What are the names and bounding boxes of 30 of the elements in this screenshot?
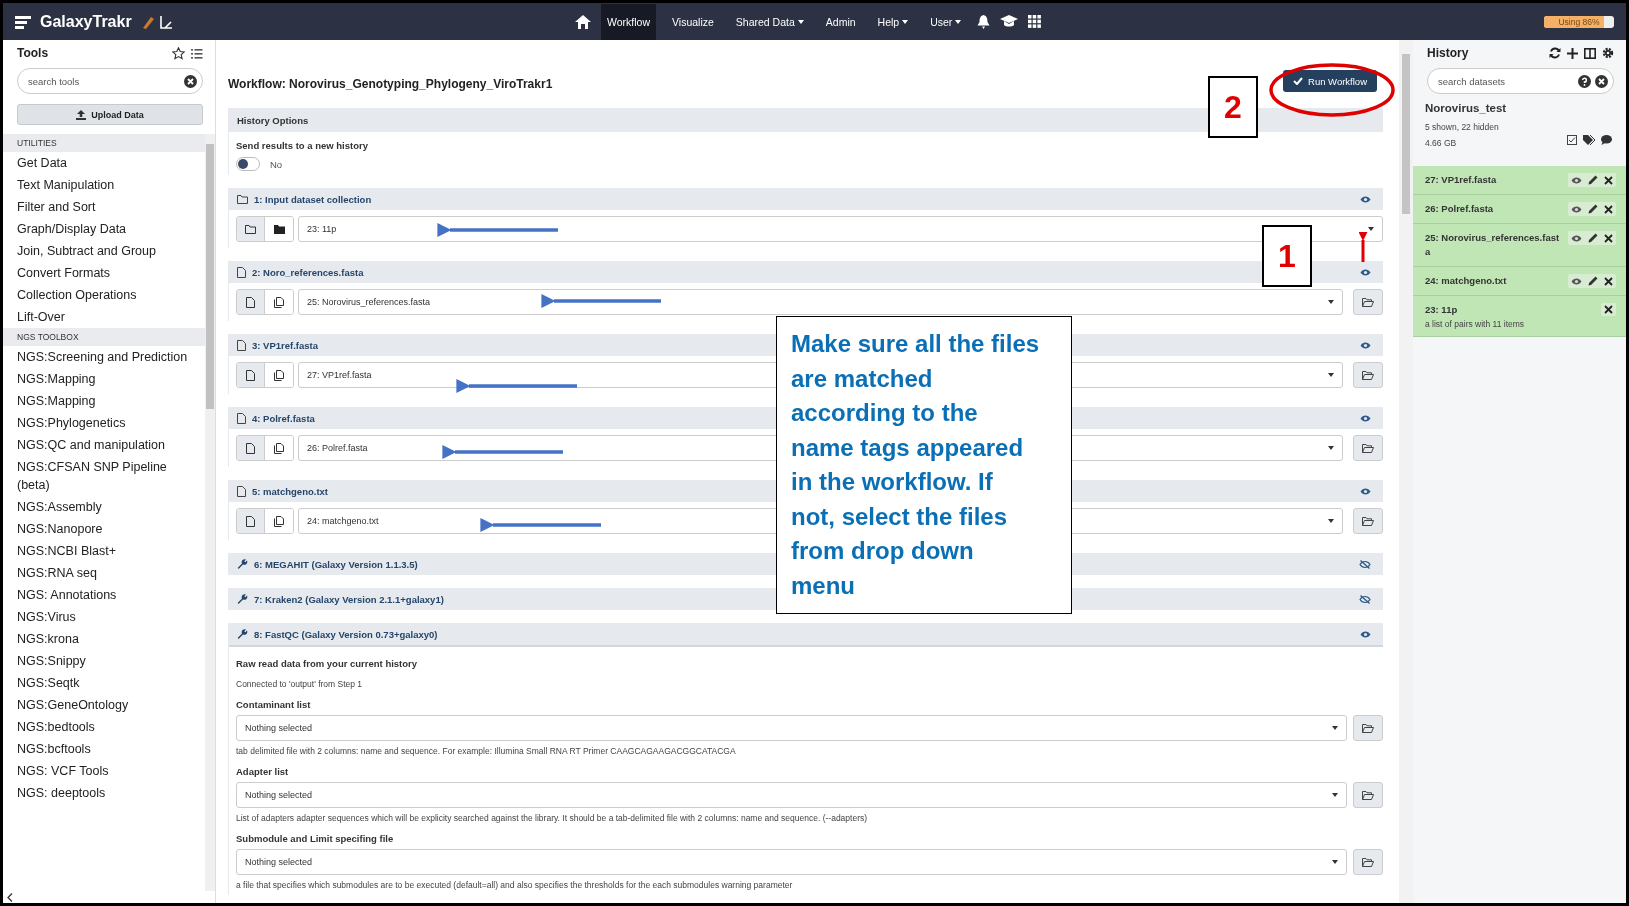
field-help: List of adapters adapter sequences which will be explicity searched against the library. It should be a tab-delimited file with 2 columns: name and sequence. (--adapters) bbox=[236, 812, 869, 825]
section-title: History Options bbox=[237, 114, 309, 126]
history-size: 4.66 GB bbox=[1424, 137, 1458, 148]
section-header: UTILITIES bbox=[3, 134, 205, 152]
step-title: 1: Input dataset collection bbox=[254, 193, 372, 205]
step-title: 7: Kraken2 (Galaxy Version 2.1.1+galaxy1) bbox=[254, 593, 444, 605]
input-note: Connected to 'output' from Step 1 bbox=[236, 678, 364, 691]
step-title: 3: VP1ref.fasta bbox=[252, 339, 318, 351]
field-help: a file that specifies which submodules are to be executed (default=all) and also specifies the thresholds for the each submodules warning parameter bbox=[236, 879, 794, 892]
field-help: tab delimited file with 2 columns: name and sequence. For example: Illumina Small RNA RT Primer CAAGCAGAAGACGGCATACGA bbox=[236, 745, 737, 758]
step-title: 5: matchgeno.txt bbox=[252, 485, 328, 497]
collection-note: a list of pairs with 11 items bbox=[1425, 319, 1526, 329]
option-label: Send results to a new history bbox=[236, 140, 369, 151]
field-label: Adapter list bbox=[236, 765, 290, 779]
step-marker: 1 bbox=[1262, 225, 1312, 287]
step-marker: 2 bbox=[1208, 76, 1258, 138]
panel-title: Tools bbox=[17, 46, 49, 60]
field-label: Contaminant list bbox=[236, 698, 312, 712]
field-label: Submodule and Limit specifing file bbox=[236, 832, 395, 846]
input-label: Raw read data from your current history bbox=[236, 657, 419, 671]
section-header: NGS TOOLBOX bbox=[3, 328, 205, 346]
step-title: 2: Noro_references.fasta bbox=[252, 266, 364, 278]
toggle-label: No bbox=[270, 158, 283, 170]
step-title: 4: Polref.fasta bbox=[252, 412, 315, 424]
workflow-title: Workflow: Norovirus_Genotyping_Phylogeny_ViroTrakr1 bbox=[228, 77, 553, 91]
panel-title: History bbox=[1427, 46, 1469, 60]
step-title: 8: FastQC (Galaxy Version 0.73+galaxy0) bbox=[254, 628, 438, 640]
usage-label: Using 86% bbox=[1558, 16, 1600, 27]
step-title: 6: MEGAHIT (Galaxy Version 1.1.3.5) bbox=[254, 558, 418, 570]
dataset-counts: 5 shown, 22 hidden bbox=[1424, 121, 1500, 132]
